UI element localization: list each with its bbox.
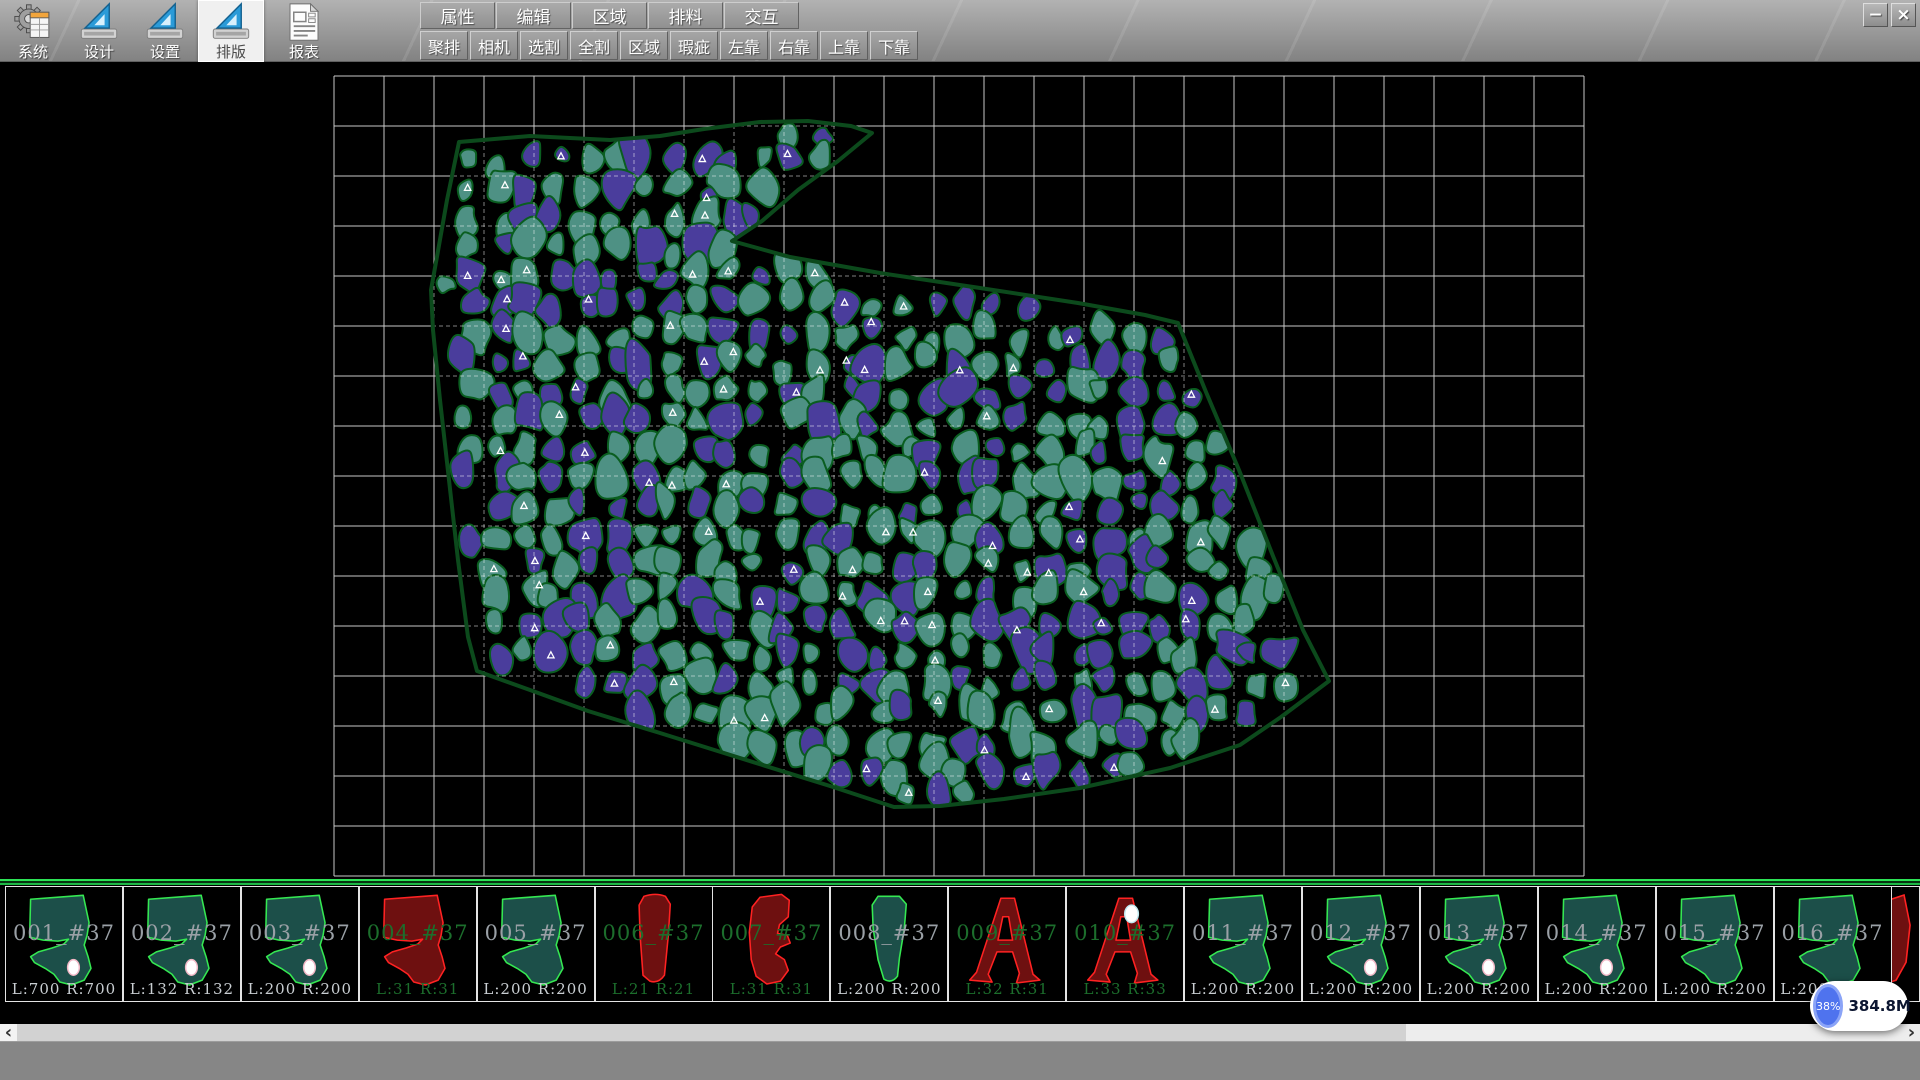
thumbnail-piece-008_#37[interactable]: 008_#37 L:200 R:200 bbox=[830, 886, 948, 1002]
piece-lr-count: L:200 R:200 bbox=[1657, 980, 1773, 998]
piece-name: 001_#37 bbox=[6, 921, 122, 945]
camera-button[interactable]: 相机 bbox=[470, 31, 518, 60]
design-button-label: 设计 bbox=[84, 41, 114, 62]
piece-name: 011_#37 bbox=[1185, 921, 1301, 945]
piece-lr-count: L:31 R:31 bbox=[713, 980, 829, 998]
strip-separator-line2 bbox=[0, 883, 1920, 885]
piece-name: 004_#37 bbox=[360, 921, 476, 945]
piece-name: 013_#37 bbox=[1421, 921, 1537, 945]
piece-lr-count: L:132 R:132 bbox=[124, 980, 240, 998]
piece-lr-count: L:32 R:31 bbox=[949, 980, 1065, 998]
gear-table-icon bbox=[12, 2, 54, 43]
thumbnail-piece-005_#37[interactable]: 005_#37 L:200 R:200 bbox=[477, 886, 595, 1002]
piece-lr-count: L:21 R:21 bbox=[596, 980, 712, 998]
thumbnail-piece-003_#37[interactable]: 003_#37 L:200 R:200 bbox=[241, 886, 359, 1002]
piece-lr-count: L:200 R:200 bbox=[242, 980, 358, 998]
thumbnail-piece-012_#37[interactable]: 012_#37 L:200 R:200 bbox=[1302, 886, 1420, 1002]
application-window: 系统 设计 设置 排版 报表 属性编辑区域排料交互 聚排相机选割全割区域瑕疵左靠… bbox=[0, 0, 1920, 1080]
align-top-button[interactable]: 上靠 bbox=[820, 31, 868, 60]
piece-lr-count: L:200 R:200 bbox=[478, 980, 594, 998]
piece-lr-count: L:33 R:33 bbox=[1067, 980, 1183, 998]
horizontal-scrollbar[interactable]: ‹ › bbox=[0, 1024, 1920, 1041]
window-controls: − × bbox=[1863, 3, 1916, 27]
piece-name: 016_#37 bbox=[1775, 921, 1891, 945]
piece-shape-partial bbox=[1892, 890, 1919, 990]
layout-button[interactable]: 排版 bbox=[198, 0, 264, 62]
thumbnail-piece-004_#37[interactable]: 004_#37 L:31 R:31 bbox=[359, 886, 477, 1002]
report-button[interactable]: 报表 bbox=[271, 0, 337, 62]
piece-lr-count: L:200 R:200 bbox=[1303, 980, 1419, 998]
piece-name: 005_#37 bbox=[478, 921, 594, 945]
piece-lr-count: L:31 R:31 bbox=[360, 980, 476, 998]
triangle-ruler-icon bbox=[78, 2, 120, 43]
settings-button-label: 设置 bbox=[150, 41, 180, 62]
defect-button[interactable]: 瑕疵 bbox=[670, 31, 718, 60]
memory-value: 384.8M bbox=[1848, 997, 1910, 1015]
piece-name: 008_#37 bbox=[831, 921, 947, 945]
system-button-label: 系统 bbox=[18, 41, 48, 62]
thumbnail-piece-007_#37[interactable]: 007_#37 L:31 R:31 bbox=[712, 886, 830, 1002]
system-button[interactable]: 系统 bbox=[0, 0, 66, 62]
thumbnail-piece-006_#37[interactable]: 006_#37 L:21 R:21 bbox=[595, 886, 713, 1002]
tab-region[interactable]: 区域 bbox=[572, 2, 647, 29]
piece-name: 007_#37 bbox=[713, 921, 829, 945]
tab-edit[interactable]: 编辑 bbox=[496, 2, 571, 29]
piece-lr-count: L:200 R:200 bbox=[1421, 980, 1537, 998]
thumbnail-piece-013_#37[interactable]: 013_#37 L:200 R:200 bbox=[1420, 886, 1538, 1002]
thumbnail-piece-015_#37[interactable]: 015_#37 L:200 R:200 bbox=[1656, 886, 1774, 1002]
scroll-right-arrow-icon[interactable]: › bbox=[1903, 1024, 1920, 1041]
thumbnail-piece-014_#37[interactable]: 014_#37 L:200 R:200 bbox=[1538, 886, 1656, 1002]
tab-interaction[interactable]: 交互 bbox=[724, 2, 799, 29]
layout-button-label: 排版 bbox=[216, 41, 246, 62]
tab-properties[interactable]: 属性 bbox=[420, 2, 495, 29]
thumbnail-piece-009_#37[interactable]: 009_#37 L:32 R:31 bbox=[948, 886, 1066, 1002]
piece-name: 006_#37 bbox=[596, 921, 712, 945]
thumbnail-piece-002_#37[interactable]: 002_#37 L:132 R:132 bbox=[123, 886, 241, 1002]
piece-name: 010_#37 bbox=[1067, 921, 1183, 945]
thumbnail-piece-011_#37[interactable]: 011_#37 L:200 R:200 bbox=[1184, 886, 1302, 1002]
align-left-button[interactable]: 左靠 bbox=[720, 31, 768, 60]
align-bottom-button[interactable]: 下靠 bbox=[870, 31, 918, 60]
piece-lr-count: L:200 R:200 bbox=[1539, 980, 1655, 998]
piece-name: 012_#37 bbox=[1303, 921, 1419, 945]
report-button-label: 报表 bbox=[289, 41, 319, 62]
triangle-ruler-icon bbox=[210, 2, 252, 43]
piece-lr-count: L:200 R:200 bbox=[1185, 980, 1301, 998]
cluster-nest-button[interactable]: 聚排 bbox=[420, 31, 468, 60]
settings-button[interactable]: 设置 bbox=[132, 0, 198, 62]
piece-lr-count: L:700 R:700 bbox=[6, 980, 122, 998]
region-button[interactable]: 区域 bbox=[620, 31, 668, 60]
status-bar bbox=[0, 1041, 1920, 1080]
design-button[interactable]: 设计 bbox=[66, 0, 132, 62]
action-button-bar: 聚排相机选割全割区域瑕疵左靠右靠上靠下靠 bbox=[420, 31, 920, 60]
piece-name: 003_#37 bbox=[242, 921, 358, 945]
piece-lr-count: L:200 R:200 bbox=[831, 980, 947, 998]
align-right-button[interactable]: 右靠 bbox=[770, 31, 818, 60]
thumbnail-piece-001_#37[interactable]: 001_#37 L:700 R:700 bbox=[5, 886, 123, 1002]
select-cut-button[interactable]: 选割 bbox=[520, 31, 568, 60]
thumbnail-piece-010_#37[interactable]: 010_#37 L:33 R:33 bbox=[1066, 886, 1184, 1002]
report-document-icon bbox=[283, 2, 325, 43]
tab-nesting[interactable]: 排料 bbox=[648, 2, 723, 29]
piece-name: 002_#37 bbox=[124, 921, 240, 945]
menu-tab-bar: 属性编辑区域排料交互 bbox=[420, 2, 800, 29]
piece-name: 015_#37 bbox=[1657, 921, 1773, 945]
close-button[interactable]: × bbox=[1891, 3, 1916, 27]
triangle-ruler-icon bbox=[144, 2, 186, 43]
memory-progress-badge: 38% 384.8M bbox=[1810, 981, 1908, 1031]
piece-thumbnail-strip: 001_#37 L:700 R:700 002_#37 L:132 R:132 … bbox=[0, 886, 1920, 1003]
cut-all-button[interactable]: 全割 bbox=[570, 31, 618, 60]
main-toolbar: 系统 设计 设置 排版 报表 属性编辑区域排料交互 聚排相机选割全割区域瑕疵左靠… bbox=[0, 0, 1920, 62]
scrollbar-thumb[interactable] bbox=[17, 1024, 1406, 1041]
scroll-left-arrow-icon[interactable]: ‹ bbox=[0, 1024, 17, 1041]
piece-name: 009_#37 bbox=[949, 921, 1065, 945]
minimize-button[interactable]: − bbox=[1863, 3, 1888, 27]
progress-circle: 38% bbox=[1813, 984, 1843, 1028]
piece-name: 014_#37 bbox=[1539, 921, 1655, 945]
